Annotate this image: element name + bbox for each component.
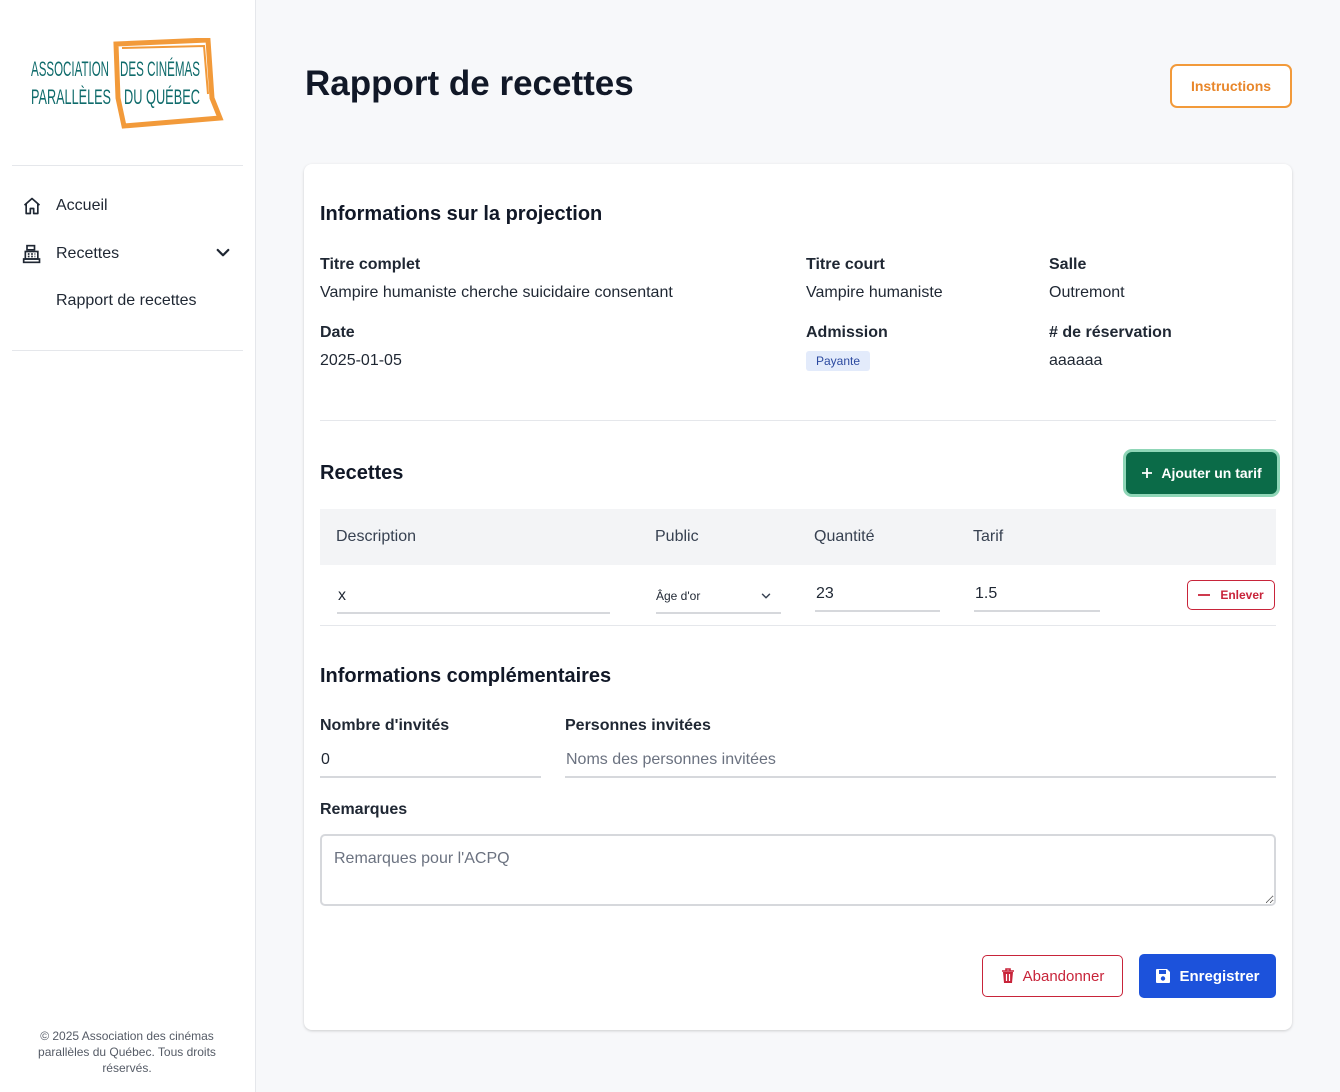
- acpq-logo[interactable]: ASSOCIATION DES CINÉMAS PARALLÈLES DU QU…: [28, 38, 228, 130]
- column-header-tarif: Tarif: [973, 528, 1004, 545]
- logo-line1-right: DES CINÉMAS: [120, 58, 200, 81]
- nombre-invites-input[interactable]: [320, 744, 541, 778]
- trash-icon: [1001, 968, 1014, 983]
- chevron-down-icon: [761, 593, 771, 599]
- column-header-quantite: Quantité: [814, 528, 875, 545]
- value-titre-complet: Vampire humaniste cherche suicidaire con…: [320, 284, 673, 301]
- label-titre-court: Titre court: [806, 256, 885, 273]
- sidebar-divider: [12, 165, 243, 166]
- value-date: 2025-01-05: [320, 352, 402, 369]
- label-admission: Admission: [806, 324, 888, 341]
- value-salle: Outremont: [1049, 284, 1125, 301]
- abandonner-label: Abandonner: [1022, 967, 1105, 985]
- remove-row-button[interactable]: Enlever: [1187, 580, 1275, 610]
- logo-line1-left: ASSOCIATION: [31, 58, 109, 81]
- add-tarif-label: Ajouter un tarif: [1161, 465, 1262, 481]
- plus-icon: [1142, 468, 1153, 478]
- sidebar-item-accueil[interactable]: Accueil: [22, 191, 108, 221]
- admission-badge: Payante: [806, 351, 871, 371]
- minus-icon: [1198, 594, 1211, 596]
- column-header-public: Public: [655, 528, 699, 545]
- chevron-down-icon[interactable]: [214, 244, 232, 262]
- table-header: Description Public Quantité Tarif: [320, 509, 1276, 565]
- add-tarif-button[interactable]: Ajouter un tarif: [1126, 452, 1277, 494]
- description-input[interactable]: [337, 580, 610, 614]
- label-remarques: Remarques: [320, 801, 408, 818]
- column-header-description: Description: [336, 528, 417, 545]
- abandonner-button[interactable]: Abandonner: [982, 955, 1123, 997]
- value-reservation: aaaaaa: [1049, 352, 1103, 369]
- enregistrer-label: Enregistrer: [1179, 967, 1260, 985]
- page-title: Rapport de recettes: [305, 64, 634, 103]
- section-title-projection: Informations sur la projection: [320, 203, 603, 225]
- logo-line2-left: PARALLÈLES: [31, 86, 111, 109]
- row-divider: [320, 625, 1276, 626]
- label-salle: Salle: [1049, 256, 1087, 273]
- cash-register-icon: [22, 244, 42, 264]
- home-icon: [22, 196, 42, 216]
- quantite-input[interactable]: [815, 578, 940, 612]
- remove-row-label: Enlever: [1220, 588, 1264, 602]
- label-date: Date: [320, 324, 355, 341]
- copyright-text: © 2025 Association des cinémas parallèle…: [38, 1029, 216, 1075]
- enregistrer-button[interactable]: Enregistrer: [1139, 954, 1276, 998]
- sidebar-divider: [12, 350, 243, 351]
- personnes-invitees-input[interactable]: [565, 744, 1276, 778]
- report-card: Informations sur la projection Titre com…: [304, 164, 1292, 1030]
- sidebar-item-label: Accueil: [56, 197, 108, 214]
- label-nombre-invites: Nombre d'invités: [320, 717, 450, 734]
- section-divider: [320, 420, 1276, 421]
- instructions-button[interactable]: Instructions: [1170, 64, 1292, 108]
- public-select-value: Âge d'or: [656, 589, 701, 603]
- tarif-input[interactable]: [974, 578, 1100, 612]
- label-titre-complet: Titre complet: [320, 256, 421, 273]
- sidebar-item-label: Recettes: [56, 245, 120, 262]
- logo-line2-right: DU QUÉBEC: [124, 86, 200, 109]
- sidebar-subitem-rapport[interactable]: Rapport de recettes: [56, 292, 197, 310]
- value-titre-court: Vampire humaniste: [806, 284, 943, 301]
- section-title-complementaires: Informations complémentaires: [320, 665, 612, 687]
- sidebar: ASSOCIATION DES CINÉMAS PARALLÈLES DU QU…: [0, 0, 256, 1092]
- remarques-textarea[interactable]: [320, 834, 1276, 906]
- label-personnes-invitees: Personnes invitées: [565, 717, 711, 734]
- sidebar-item-recettes[interactable]: Recettes: [22, 239, 119, 269]
- section-title-recettes: Recettes: [320, 462, 404, 484]
- public-select[interactable]: Âge d'or: [656, 580, 781, 614]
- save-icon: [1156, 969, 1171, 983]
- label-reservation: # de réservation: [1049, 324, 1172, 341]
